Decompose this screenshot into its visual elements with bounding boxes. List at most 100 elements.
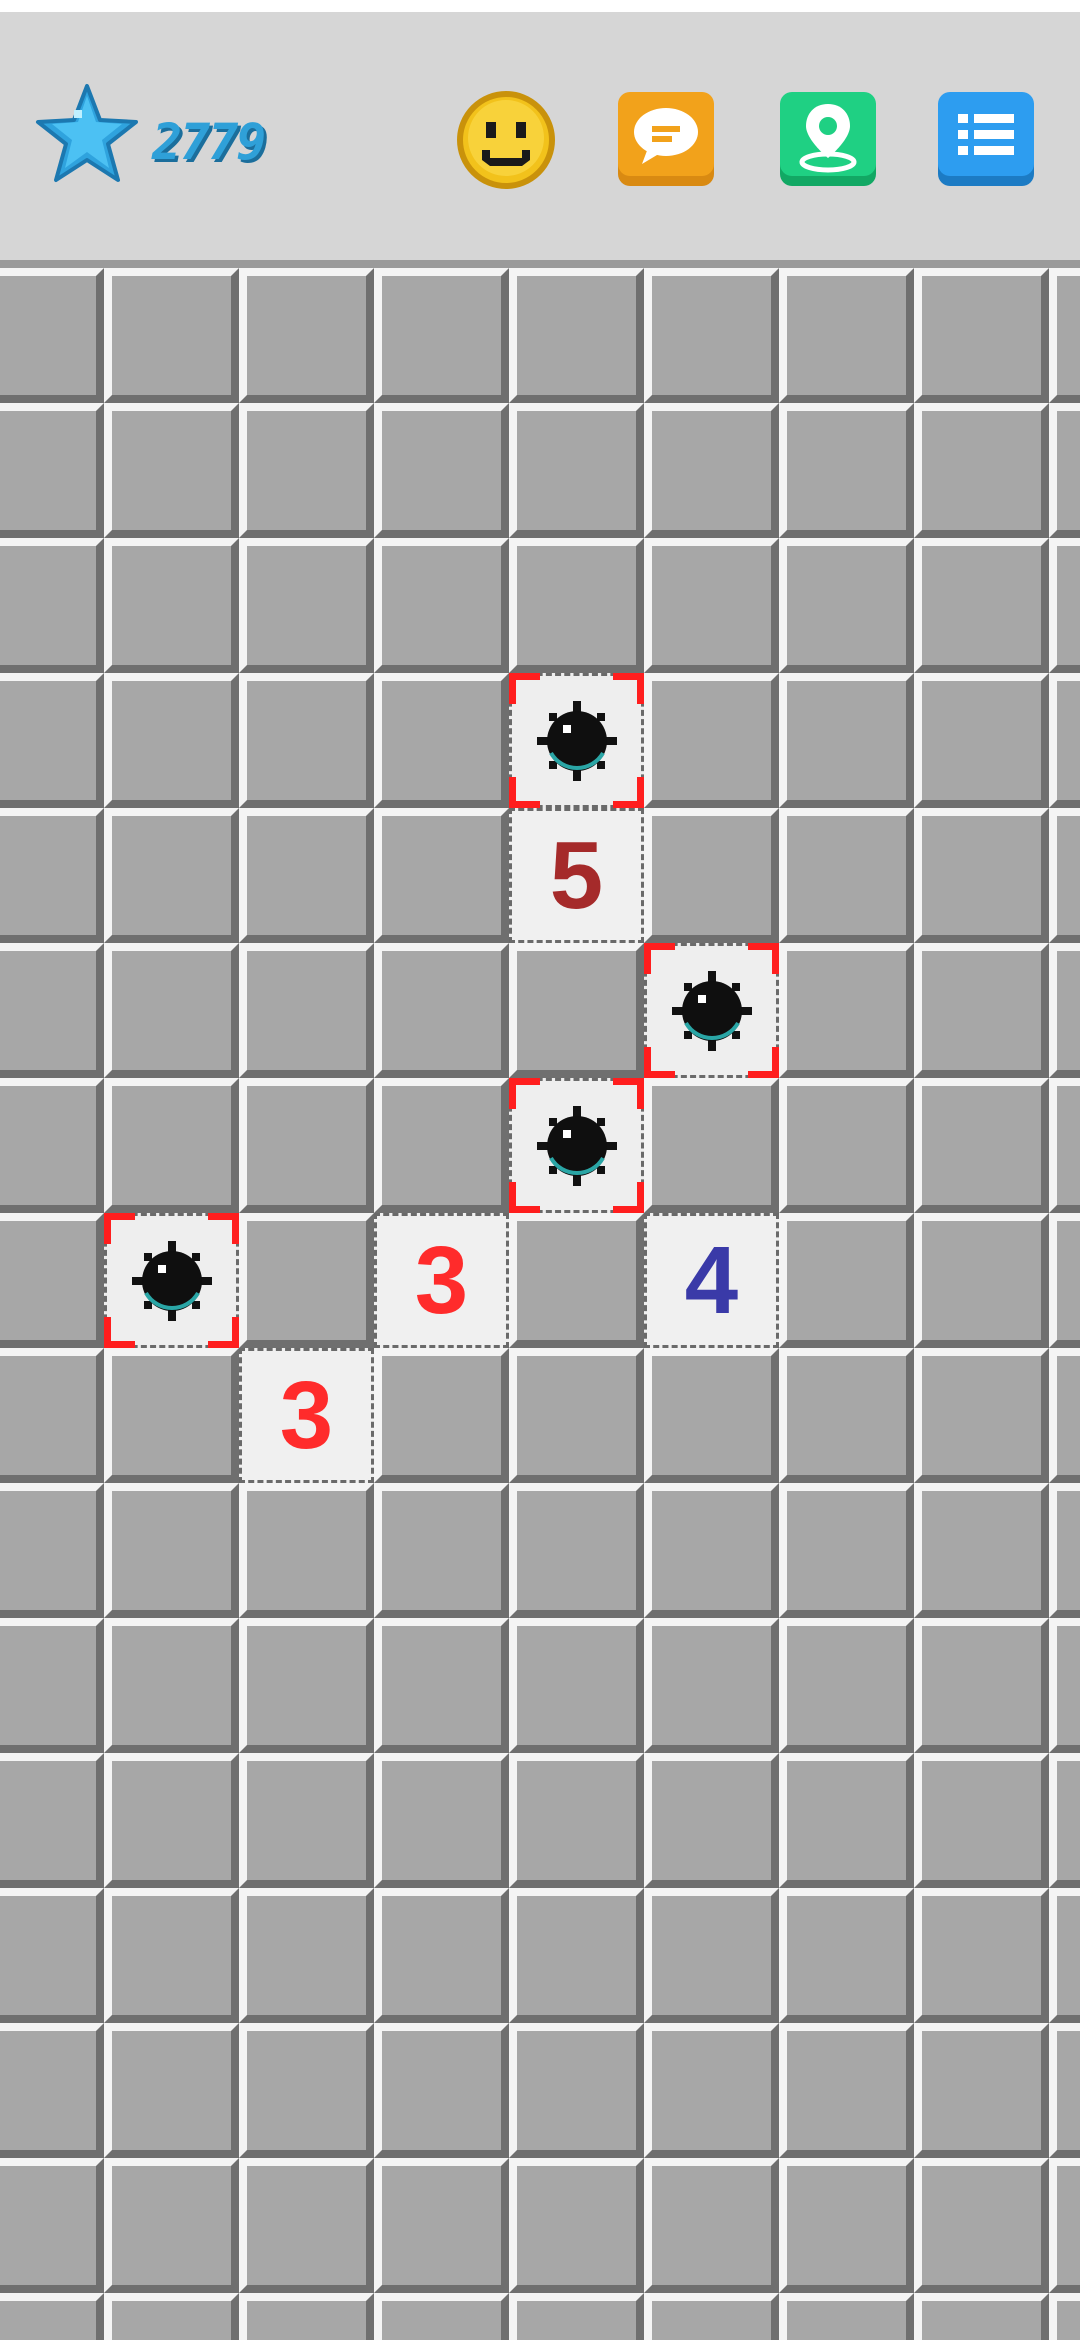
hidden-cell[interactable] xyxy=(644,2158,779,2293)
hidden-cell[interactable] xyxy=(644,403,779,538)
hidden-cell[interactable] xyxy=(0,1888,104,2023)
hidden-cell[interactable] xyxy=(779,1618,914,1753)
hidden-cell[interactable] xyxy=(1049,2023,1080,2158)
hidden-cell[interactable] xyxy=(374,2158,509,2293)
hidden-cell[interactable] xyxy=(914,1483,1049,1618)
hidden-cell[interactable] xyxy=(1049,1348,1080,1483)
hidden-cell[interactable] xyxy=(509,2158,644,2293)
hidden-cell[interactable] xyxy=(1049,538,1080,673)
hidden-cell[interactable] xyxy=(374,538,509,673)
hidden-cell[interactable] xyxy=(239,538,374,673)
hidden-cell[interactable] xyxy=(509,403,644,538)
hidden-cell[interactable] xyxy=(104,1618,239,1753)
hidden-cell[interactable] xyxy=(779,1348,914,1483)
map-button[interactable] xyxy=(776,88,880,192)
hidden-cell[interactable] xyxy=(374,808,509,943)
hidden-cell[interactable] xyxy=(0,808,104,943)
hidden-cell[interactable] xyxy=(509,1753,644,1888)
hidden-cell[interactable] xyxy=(374,1078,509,1213)
hidden-cell[interactable] xyxy=(104,673,239,808)
hidden-cell[interactable] xyxy=(914,2158,1049,2293)
hidden-cell[interactable] xyxy=(0,1078,104,1213)
hidden-cell[interactable] xyxy=(0,1483,104,1618)
hidden-cell[interactable] xyxy=(914,2293,1049,2340)
hidden-cell[interactable] xyxy=(104,2158,239,2293)
hidden-cell[interactable] xyxy=(644,268,779,403)
hidden-cell[interactable] xyxy=(374,1483,509,1618)
hidden-cell[interactable] xyxy=(779,538,914,673)
flagged-mine-cell[interactable] xyxy=(644,943,779,1078)
hidden-cell[interactable] xyxy=(239,2023,374,2158)
hidden-cell[interactable] xyxy=(914,268,1049,403)
hidden-cell[interactable] xyxy=(914,1888,1049,2023)
hidden-cell[interactable] xyxy=(1049,808,1080,943)
hidden-cell[interactable] xyxy=(509,1618,644,1753)
hidden-cell[interactable] xyxy=(509,2293,644,2340)
hidden-cell[interactable] xyxy=(509,1483,644,1618)
hidden-cell[interactable] xyxy=(779,943,914,1078)
hidden-cell[interactable] xyxy=(779,673,914,808)
hidden-cell[interactable] xyxy=(1049,1618,1080,1753)
hidden-cell[interactable] xyxy=(0,2023,104,2158)
hidden-cell[interactable] xyxy=(374,2023,509,2158)
flagged-mine-cell[interactable] xyxy=(509,673,644,808)
hidden-cell[interactable] xyxy=(779,1213,914,1348)
hidden-cell[interactable] xyxy=(779,808,914,943)
hidden-cell[interactable] xyxy=(779,1483,914,1618)
hidden-cell[interactable] xyxy=(914,403,1049,538)
hidden-cell[interactable] xyxy=(509,1888,644,2023)
hidden-cell[interactable] xyxy=(0,403,104,538)
hidden-cell[interactable] xyxy=(104,1753,239,1888)
hidden-cell[interactable] xyxy=(374,943,509,1078)
hidden-cell[interactable] xyxy=(239,268,374,403)
hidden-cell[interactable] xyxy=(509,1213,644,1348)
hidden-cell[interactable] xyxy=(509,268,644,403)
hidden-cell[interactable] xyxy=(0,673,104,808)
chat-button[interactable] xyxy=(614,88,718,192)
hidden-cell[interactable] xyxy=(1049,268,1080,403)
flagged-mine-cell[interactable] xyxy=(509,1078,644,1213)
hidden-cell[interactable] xyxy=(104,1348,239,1483)
hidden-cell[interactable] xyxy=(239,1888,374,2023)
hidden-cell[interactable] xyxy=(644,538,779,673)
hidden-cell[interactable] xyxy=(509,1348,644,1483)
hidden-cell[interactable] xyxy=(914,1753,1049,1888)
hidden-cell[interactable] xyxy=(1049,2158,1080,2293)
hidden-cell[interactable] xyxy=(239,403,374,538)
hidden-cell[interactable] xyxy=(1049,673,1080,808)
hidden-cell[interactable] xyxy=(374,403,509,538)
hidden-cell[interactable] xyxy=(1049,1483,1080,1618)
hidden-cell[interactable] xyxy=(239,1618,374,1753)
hidden-cell[interactable] xyxy=(644,808,779,943)
hidden-cell[interactable] xyxy=(104,2293,239,2340)
hidden-cell[interactable] xyxy=(239,1753,374,1888)
hidden-cell[interactable] xyxy=(914,1348,1049,1483)
hidden-cell[interactable] xyxy=(104,2023,239,2158)
hidden-cell[interactable] xyxy=(104,268,239,403)
hidden-cell[interactable] xyxy=(239,673,374,808)
hidden-cell[interactable] xyxy=(104,538,239,673)
hidden-cell[interactable] xyxy=(1049,1213,1080,1348)
hidden-cell[interactable] xyxy=(509,538,644,673)
revealed-number-cell[interactable]: 3 xyxy=(239,1348,374,1483)
hidden-cell[interactable] xyxy=(779,2158,914,2293)
hidden-cell[interactable] xyxy=(914,1213,1049,1348)
flagged-mine-cell[interactable] xyxy=(104,1213,239,1348)
hidden-cell[interactable] xyxy=(0,538,104,673)
hidden-cell[interactable] xyxy=(104,943,239,1078)
hidden-cell[interactable] xyxy=(0,2158,104,2293)
hidden-cell[interactable] xyxy=(914,943,1049,1078)
hidden-cell[interactable] xyxy=(779,403,914,538)
hidden-cell[interactable] xyxy=(1049,1888,1080,2023)
hidden-cell[interactable] xyxy=(779,2023,914,2158)
hidden-cell[interactable] xyxy=(509,943,644,1078)
hidden-cell[interactable] xyxy=(914,673,1049,808)
hidden-cell[interactable] xyxy=(779,268,914,403)
hidden-cell[interactable] xyxy=(644,1753,779,1888)
hidden-cell[interactable] xyxy=(914,1618,1049,1753)
hidden-cell[interactable] xyxy=(374,673,509,808)
hidden-cell[interactable] xyxy=(0,1348,104,1483)
smiley-face-button[interactable] xyxy=(454,88,558,192)
hidden-cell[interactable] xyxy=(914,1078,1049,1213)
hidden-cell[interactable] xyxy=(0,1618,104,1753)
